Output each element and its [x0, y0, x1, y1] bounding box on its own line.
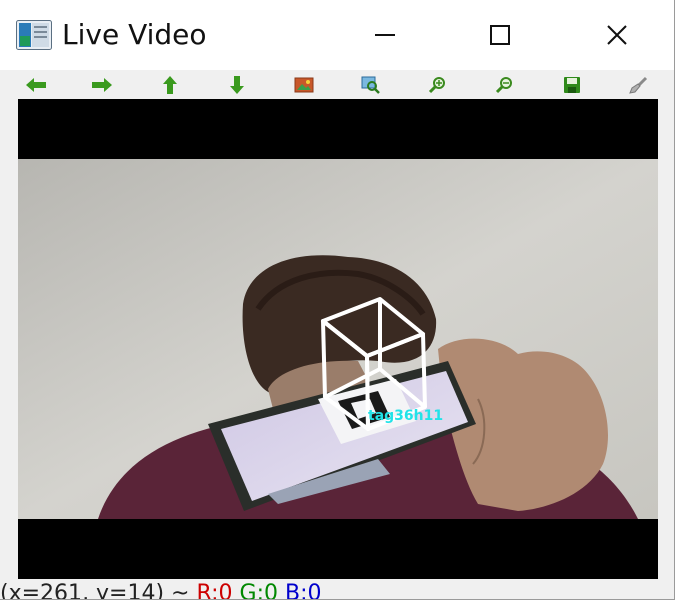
- video-display[interactable]: tag36h11: [18, 99, 658, 579]
- zoom-image-button[interactable]: [290, 72, 318, 98]
- minimize-icon: [375, 34, 395, 36]
- tag-label: tag36h11: [368, 408, 443, 424]
- camera-frame: tag36h11: [18, 99, 658, 579]
- properties-button[interactable]: [625, 72, 653, 98]
- zoom-out-button[interactable]: [491, 72, 519, 98]
- cursor-coords: (x=261, y=14) ~: [0, 581, 190, 600]
- window-title: Live Video: [62, 18, 207, 51]
- zoom-fit-icon: [361, 76, 380, 94]
- pan-down-button[interactable]: [223, 72, 251, 98]
- save-icon: [564, 77, 580, 93]
- pan-down-icon: [230, 76, 244, 94]
- maximize-icon: [490, 25, 510, 45]
- pan-right-button[interactable]: [88, 72, 116, 98]
- app-icon: [16, 20, 52, 50]
- zoom-in-button[interactable]: [424, 72, 452, 98]
- save-button[interactable]: [558, 72, 586, 98]
- pan-up-button[interactable]: [156, 72, 184, 98]
- pan-left-button[interactable]: [22, 72, 50, 98]
- zoom-fit-button[interactable]: [357, 72, 385, 98]
- maximize-button[interactable]: [470, 8, 530, 62]
- pan-right-icon: [92, 78, 112, 92]
- pixel-r-value: R:0: [196, 581, 233, 600]
- pixel-b-value: B:0: [284, 581, 322, 600]
- close-button[interactable]: [587, 8, 647, 62]
- status-bar: (x=261, y=14) ~ R:0 G:0 B:0: [0, 582, 322, 600]
- title-bar[interactable]: Live Video: [0, 0, 674, 70]
- zoom-in-icon: [428, 77, 445, 94]
- pan-up-icon: [163, 76, 177, 94]
- pan-left-icon: [26, 78, 46, 92]
- properties-icon: [629, 76, 648, 94]
- close-icon: [607, 25, 627, 45]
- toolbar: [0, 70, 674, 100]
- zoom-out-icon: [495, 77, 512, 94]
- minimize-button[interactable]: [355, 8, 415, 62]
- zoom-image-icon: [294, 77, 314, 93]
- live-video-window: Live Video tag36h11 (x=261, y=14) ~ R:0 …: [0, 0, 675, 600]
- pixel-g-value: G:0: [239, 581, 278, 600]
